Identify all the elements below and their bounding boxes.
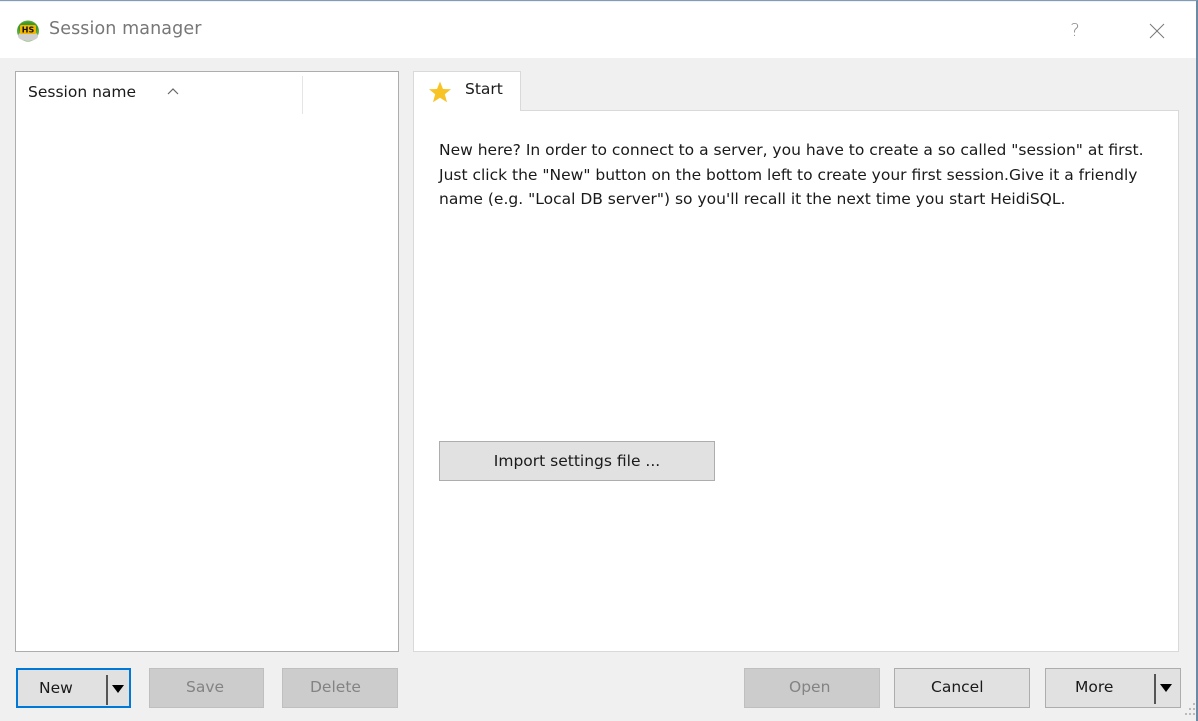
svg-text:HS: HS bbox=[22, 26, 35, 35]
cancel-button[interactable]: Cancel bbox=[894, 668, 1030, 708]
tab-start-label: Start bbox=[465, 80, 503, 98]
session-list-header: Session name bbox=[16, 72, 398, 114]
sort-ascending-icon bbox=[167, 88, 179, 95]
save-button[interactable]: Save bbox=[149, 668, 264, 708]
column-divider[interactable] bbox=[302, 76, 303, 114]
open-button-label: Open bbox=[789, 678, 831, 696]
chevron-down-icon[interactable] bbox=[1160, 684, 1172, 692]
close-button[interactable] bbox=[1136, 12, 1178, 50]
new-button[interactable]: New bbox=[16, 668, 131, 708]
intro-text: New here? In order to connect to a serve… bbox=[439, 141, 1144, 208]
start-tab-panel: New here? In order to connect to a serve… bbox=[413, 110, 1179, 652]
open-button[interactable]: Open bbox=[744, 668, 880, 708]
chevron-down-icon[interactable] bbox=[112, 685, 124, 693]
split-divider bbox=[106, 675, 108, 705]
delete-button[interactable]: Delete bbox=[282, 668, 398, 708]
new-button-label: New bbox=[39, 679, 73, 697]
split-divider bbox=[1154, 674, 1156, 704]
column-header-session-name[interactable]: Session name bbox=[28, 83, 136, 101]
cancel-button-label: Cancel bbox=[931, 678, 984, 696]
more-button-label: More bbox=[1075, 678, 1114, 696]
window-title: Session manager bbox=[49, 19, 202, 39]
heidisql-app-icon: HS bbox=[17, 20, 39, 42]
help-button[interactable]: ? bbox=[1055, 12, 1095, 50]
star-icon bbox=[429, 81, 451, 103]
session-list[interactable]: Session name bbox=[15, 71, 399, 652]
close-icon bbox=[1149, 23, 1165, 39]
import-settings-button[interactable]: Import settings file ... bbox=[439, 441, 715, 481]
delete-button-label: Delete bbox=[310, 678, 361, 696]
session-manager-window: HS Session manager ? Session name Start bbox=[0, 0, 1198, 721]
tab-start[interactable]: Start bbox=[413, 71, 521, 111]
tabs-area: Start New here? In order to connect to a… bbox=[413, 71, 1179, 652]
save-button-label: Save bbox=[186, 678, 225, 696]
title-bar[interactable]: HS Session manager ? bbox=[0, 2, 1196, 58]
resize-grip-icon[interactable] bbox=[1183, 701, 1197, 721]
more-button[interactable]: More bbox=[1045, 668, 1181, 708]
